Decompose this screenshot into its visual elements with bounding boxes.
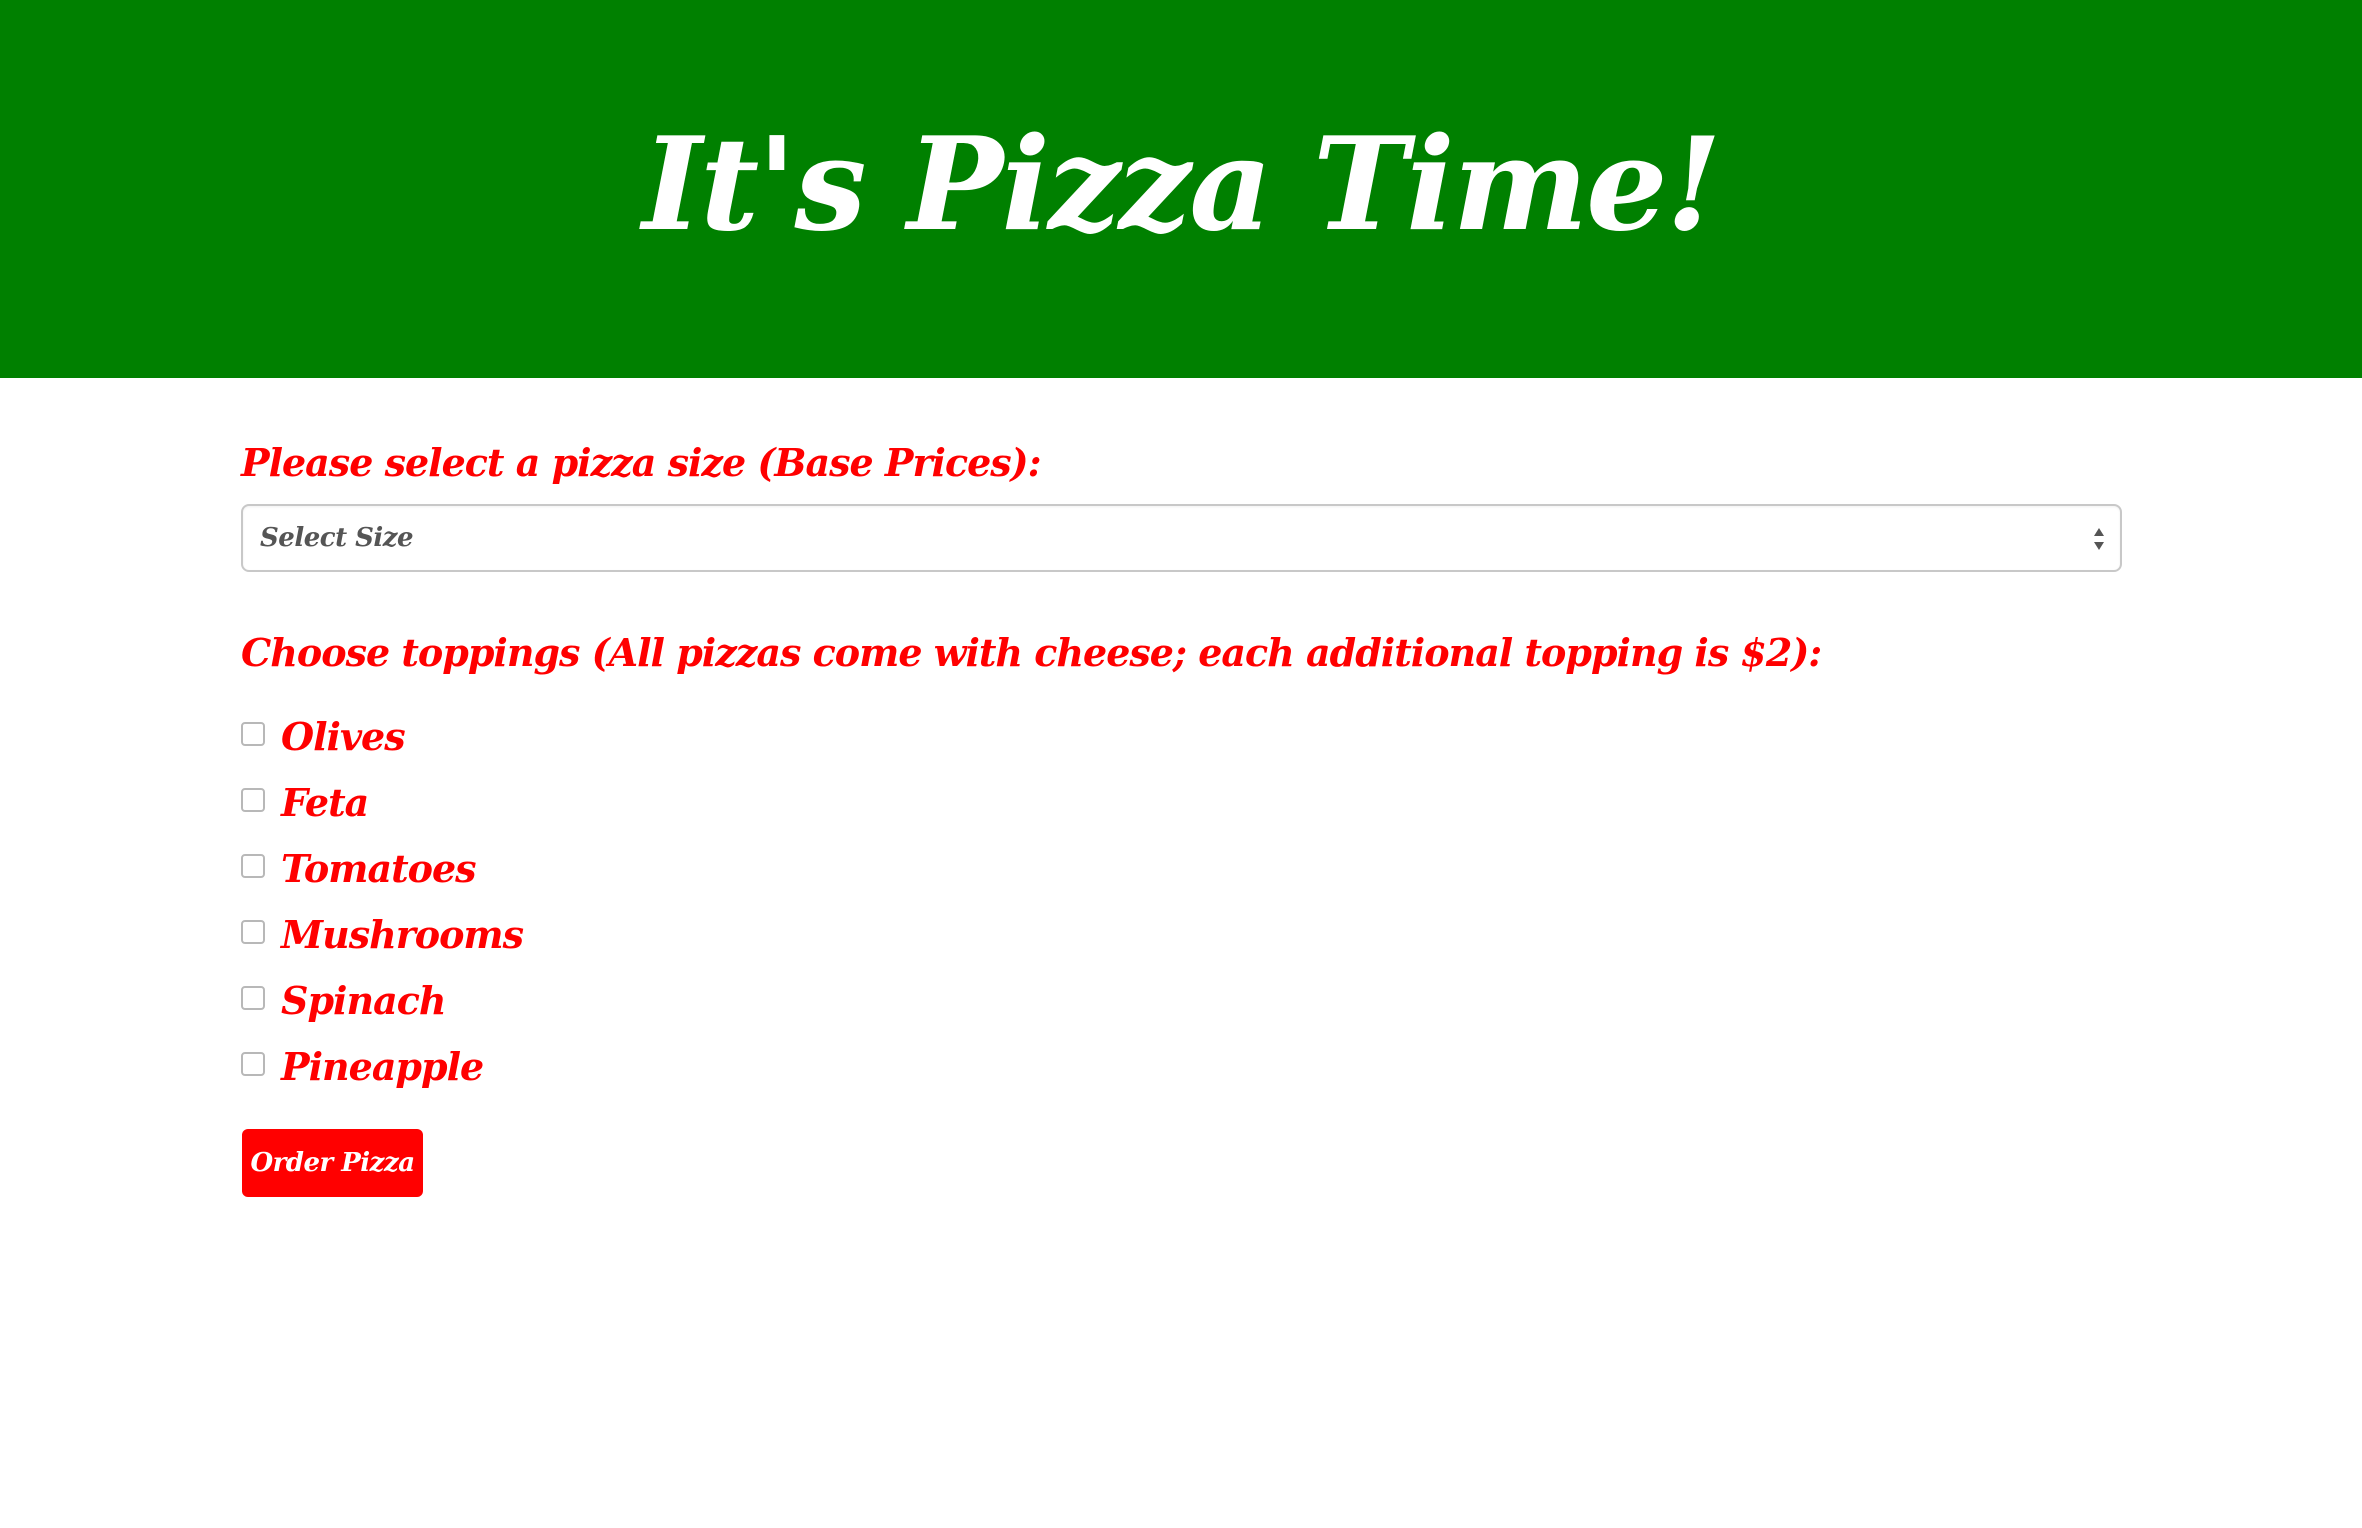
topping-spinach-checkbox[interactable] (241, 986, 265, 1010)
topping-mushrooms-checkbox[interactable] (241, 920, 265, 944)
topping-mushrooms-label[interactable]: Mushrooms (281, 916, 524, 954)
topping-mushrooms[interactable]: Mushrooms (241, 916, 524, 984)
topping-olives-label[interactable]: Olives (281, 718, 406, 756)
pizza-size-select[interactable]: Select Size (241, 504, 2122, 572)
topping-olives[interactable]: Olives (241, 718, 523, 786)
topping-olives-checkbox[interactable] (241, 722, 265, 746)
pizza-size-selected-value: Select Size (260, 523, 414, 553)
pizza-size-label: Please select a pizza size (Base Prices)… (241, 440, 1042, 485)
toppings-label: Choose toppings (All pizzas come with ch… (241, 630, 1822, 675)
topping-tomatoes-label[interactable]: Tomatoes (281, 850, 477, 888)
page-header: It's Pizza Time! (0, 0, 2362, 378)
topping-feta-checkbox[interactable] (241, 788, 265, 812)
topping-tomatoes[interactable]: Tomatoes (241, 850, 523, 918)
topping-feta-label[interactable]: Feta (281, 784, 369, 822)
topping-pineapple-label[interactable]: Pineapple (281, 1048, 484, 1086)
page-title: It's Pizza Time! (642, 110, 1721, 260)
select-arrows-icon (2094, 528, 2104, 550)
order-pizza-button[interactable]: Order Pizza (242, 1129, 423, 1197)
topping-pineapple[interactable]: Pineapple (241, 1048, 523, 1116)
topping-pineapple-checkbox[interactable] (241, 1052, 265, 1076)
toppings-list: Olives Feta Tomatoes Mushrooms Spinach P… (241, 718, 524, 1116)
topping-spinach[interactable]: Spinach (241, 982, 523, 1050)
topping-feta[interactable]: Feta (241, 784, 523, 852)
topping-spinach-label[interactable]: Spinach (281, 982, 446, 1020)
topping-tomatoes-checkbox[interactable] (241, 854, 265, 878)
